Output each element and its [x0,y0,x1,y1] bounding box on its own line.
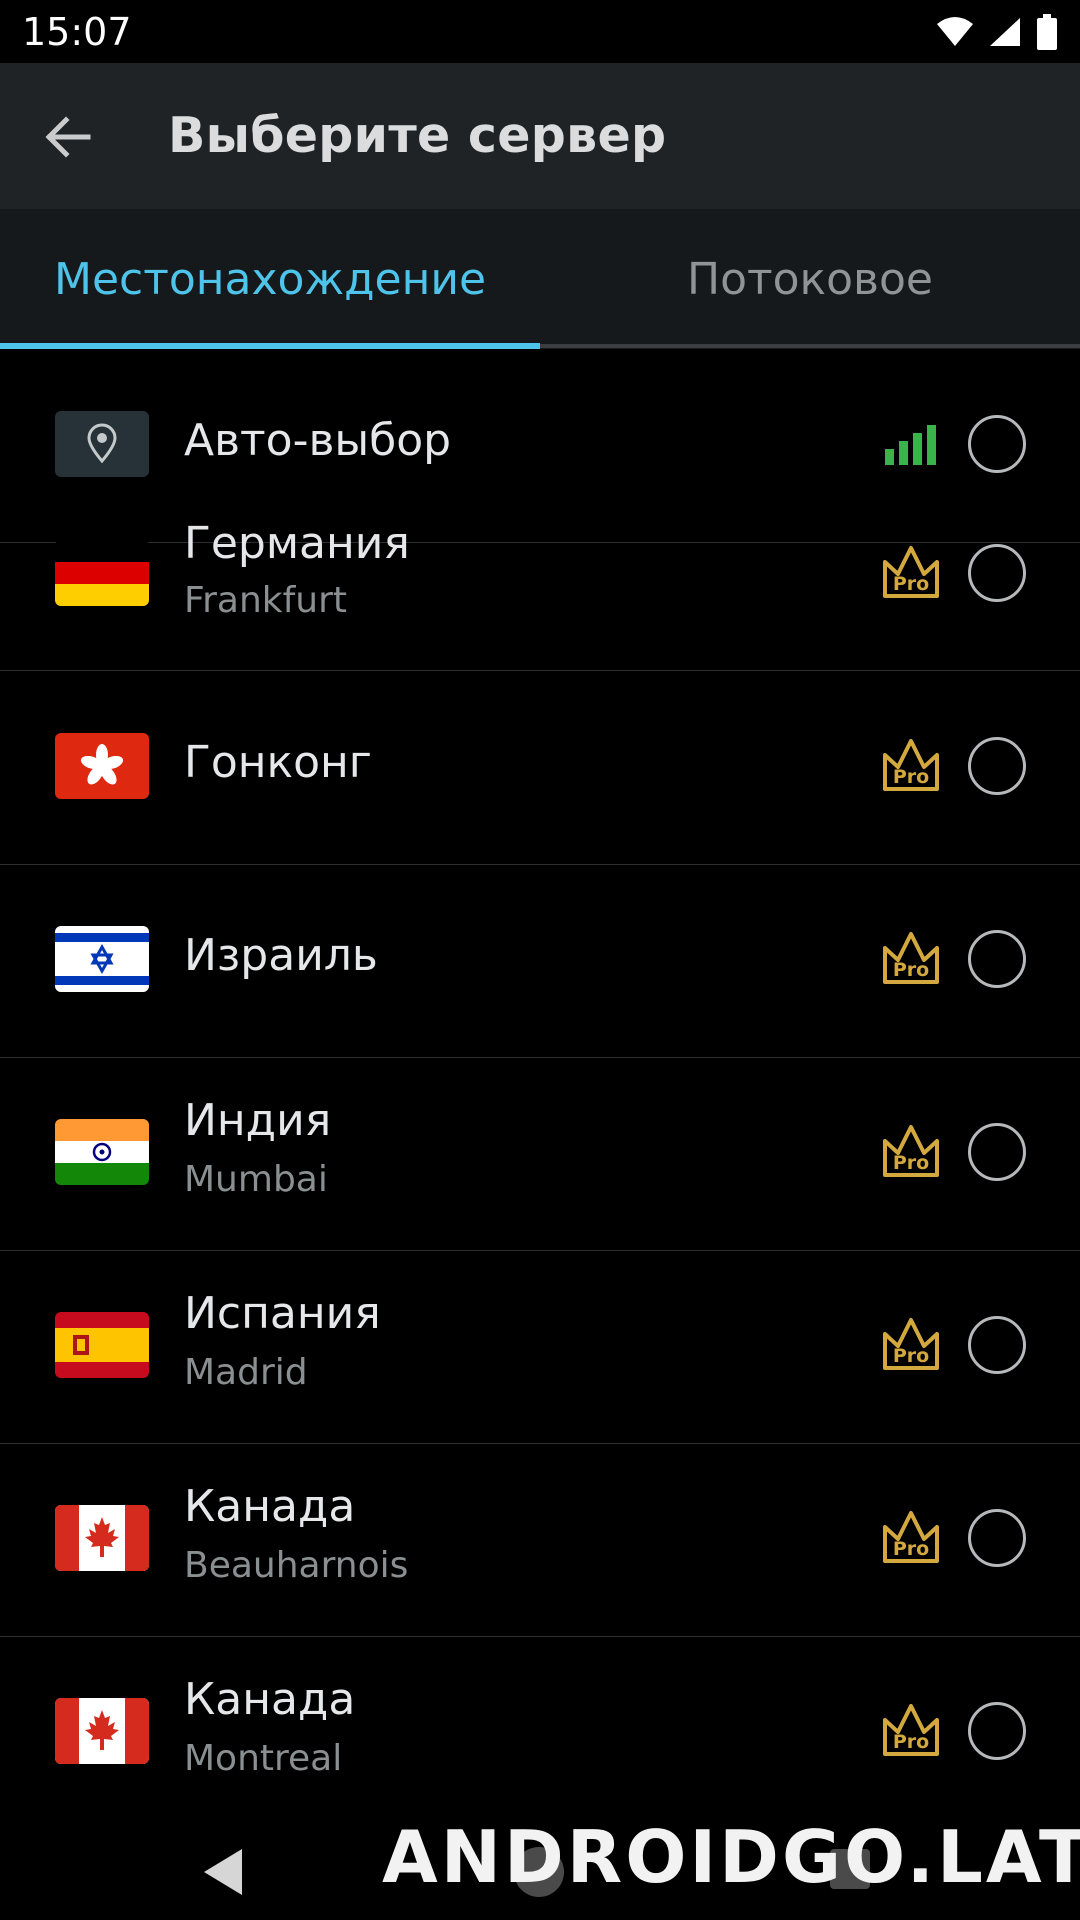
server-title: Канада [184,1674,356,1725]
app-bar: Выберите сервер [0,63,1080,209]
server-row-canada-beauharnois[interactable]: Канада Beauharnois Pro [0,1443,1080,1637]
pro-crown-icon: Pro [883,739,939,791]
radio-button[interactable] [968,1702,1026,1760]
server-title: Испания [184,1288,381,1339]
server-subtitle: Frankfurt [184,580,348,621]
server-row-spain[interactable]: Испания Madrid Pro [0,1250,1080,1444]
svg-text:Pro: Pro [893,959,929,981]
svg-text:Pro: Pro [893,766,929,788]
pro-crown-icon: Pro [883,932,939,984]
server-title: Авто-выбор [184,415,452,466]
svg-text:Pro: Pro [893,1731,929,1753]
nav-back-icon[interactable] [200,1847,246,1897]
signal-strength-icon [885,425,936,465]
server-title: Германия [184,518,410,569]
page-title: Выберите сервер [168,107,667,164]
server-row-israel[interactable]: Израиль Pro [0,864,1080,1058]
spain-flag-icon [55,1312,149,1378]
radio-button[interactable] [968,1316,1026,1374]
cell-signal-icon [990,18,1020,46]
battery-icon [1037,14,1057,50]
back-arrow-icon[interactable] [38,107,98,167]
radio-button[interactable] [968,737,1026,795]
server-list[interactable]: Авто-выбор Германия Frankfurt Pro Гонкон… [0,349,1080,1829]
germany-flag-icon [55,540,149,606]
server-subtitle: Montreal [184,1738,343,1779]
server-row-germany[interactable]: Германия Frankfurt Pro [0,518,1080,671]
pro-crown-icon: Pro [883,1704,939,1756]
pro-crown-icon: Pro [883,1511,939,1563]
hong-kong-flag-icon [55,733,149,799]
server-row-auto[interactable]: Авто-выбор [0,349,1080,543]
status-time: 15:07 [22,10,132,54]
svg-text:Pro: Pro [893,1345,929,1367]
server-subtitle: Mumbai [184,1159,328,1200]
wifi-icon [937,17,973,46]
israel-flag-icon [55,926,149,992]
server-row-canada-montreal[interactable]: Канада Montreal Pro [0,1636,1080,1829]
server-title: Канада [184,1481,356,1532]
server-subtitle: Madrid [184,1352,308,1393]
tab-streaming[interactable]: Потоковое [540,209,1080,349]
radio-button[interactable] [968,1123,1026,1181]
server-subtitle: Beauharnois [184,1545,409,1586]
location-pin-icon [55,411,149,477]
status-icons [936,12,1058,52]
canada-flag-icon [55,1505,149,1571]
india-flag-icon [55,1119,149,1185]
tab-bar: Местонахождение Потоковое [0,209,1080,349]
status-bar: 15:07 [0,0,1080,63]
radio-button[interactable] [968,415,1026,473]
pro-crown-icon: Pro [883,1318,939,1370]
tab-location[interactable]: Местонахождение [0,209,540,349]
canada-flag-icon [55,1698,149,1764]
server-row-india[interactable]: Индия Mumbai Pro [0,1057,1080,1251]
pro-crown-icon: Pro [883,546,939,598]
server-row-hong-kong[interactable]: Гонконг Pro [0,671,1080,865]
svg-text:Pro: Pro [893,1152,929,1174]
pro-crown-icon: Pro [883,1125,939,1177]
radio-button[interactable] [968,1509,1026,1567]
radio-button[interactable] [968,544,1026,602]
radio-button[interactable] [968,930,1026,988]
server-title: Израиль [184,930,378,981]
svg-text:Pro: Pro [893,1538,929,1560]
svg-text:Pro: Pro [893,573,929,595]
watermark: ANDROIDGO.LAT [382,1815,1080,1899]
server-title: Индия [184,1095,332,1146]
server-title: Гонконг [184,737,372,788]
